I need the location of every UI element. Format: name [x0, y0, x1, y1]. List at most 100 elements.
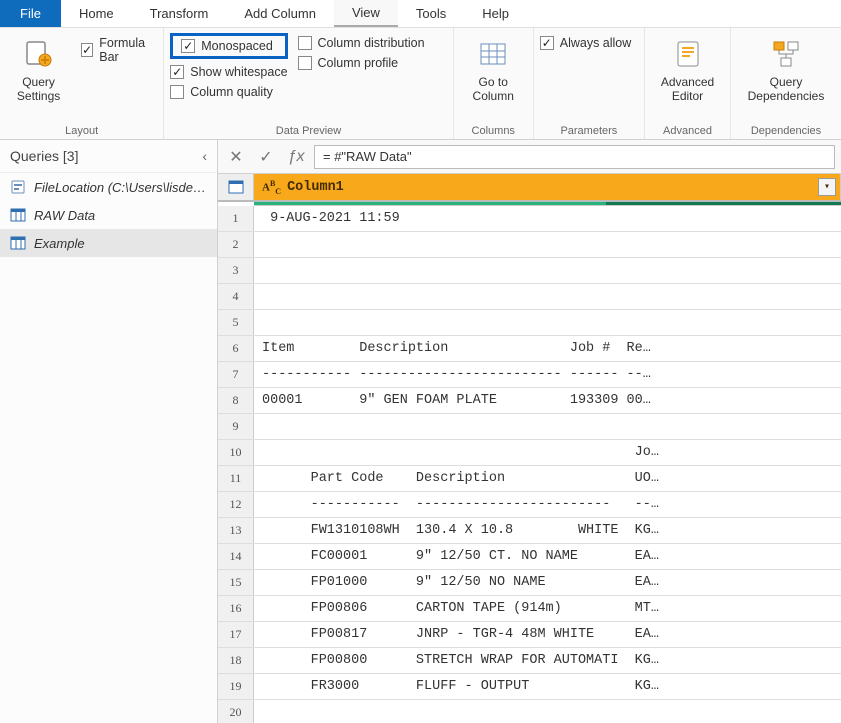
- table-corner-button[interactable]: [218, 174, 254, 200]
- tab-tools[interactable]: Tools: [398, 0, 464, 27]
- column-header-row: ABC Column1 ▾: [218, 174, 841, 202]
- always-allow-checkbox[interactable]: ✓ Always allow: [540, 36, 632, 50]
- row-number: 11: [218, 466, 254, 491]
- row-number: 3: [218, 258, 254, 283]
- tab-view[interactable]: View: [334, 0, 398, 27]
- cell-value[interactable]: [254, 310, 841, 335]
- row-number: 5: [218, 310, 254, 335]
- advanced-editor-button[interactable]: Advanced Editor: [651, 32, 724, 122]
- checkbox-checked-icon: ✓: [81, 43, 93, 57]
- tab-home[interactable]: Home: [61, 0, 132, 27]
- parameters-group-label: Parameters: [540, 122, 638, 137]
- commit-formula-button[interactable]: ✓: [254, 145, 278, 169]
- table-row[interactable]: 2: [218, 232, 841, 258]
- query-item-filelocation[interactable]: FileLocation (C:\Users\lisde…: [0, 173, 217, 201]
- query-settings-label: Query Settings: [17, 75, 60, 104]
- cell-value[interactable]: FW1310108WH 130.4 X 10.8 WHITE KG…: [254, 518, 841, 543]
- column-distribution-checkbox[interactable]: Column distribution: [298, 36, 425, 50]
- show-whitespace-label: Show whitespace: [190, 65, 287, 79]
- query-item-rawdata[interactable]: RAW Data: [0, 201, 217, 229]
- monospaced-checkbox[interactable]: ✓ Monospaced: [181, 39, 276, 53]
- collapse-panel-button[interactable]: ‹: [202, 148, 207, 164]
- editor-area: ✕ ✓ ƒx ABC Column1 ▾ 1 9-AUG-2021 11:592…: [218, 140, 841, 723]
- cell-value[interactable]: Part Code Description UO…: [254, 466, 841, 491]
- fx-icon: ƒx: [284, 145, 308, 169]
- table-row[interactable]: 20: [218, 700, 841, 723]
- cell-value[interactable]: 00001 9" GEN FOAM PLATE 193309 00…: [254, 388, 841, 413]
- cell-value[interactable]: ----------- ------------------------- --…: [254, 362, 841, 387]
- row-number: 17: [218, 622, 254, 647]
- row-number: 15: [218, 570, 254, 595]
- cell-value[interactable]: [254, 414, 841, 439]
- formula-input[interactable]: [314, 145, 835, 169]
- cell-value[interactable]: FP00800 STRETCH WRAP FOR AUTOMATI KG…: [254, 648, 841, 673]
- cancel-formula-button[interactable]: ✕: [224, 145, 248, 169]
- cell-value[interactable]: FP00817 JNRP - TGR-4 48M WHITE EA…: [254, 622, 841, 647]
- cell-value[interactable]: FP00806 CARTON TAPE (914m) MT…: [254, 596, 841, 621]
- row-number: 19: [218, 674, 254, 699]
- row-number: 16: [218, 596, 254, 621]
- file-menu[interactable]: File: [0, 0, 61, 27]
- queries-panel: Queries [3] ‹ FileLocation (C:\Users\lis…: [0, 140, 218, 723]
- parameter-icon: [10, 179, 26, 195]
- row-number: 13: [218, 518, 254, 543]
- cell-value[interactable]: [254, 258, 841, 283]
- cell-value[interactable]: 9-AUG-2021 11:59: [254, 206, 841, 231]
- table-row[interactable]: 16 FP00806 CARTON TAPE (914m) MT…: [218, 596, 841, 622]
- cell-value[interactable]: [254, 284, 841, 309]
- row-number: 14: [218, 544, 254, 569]
- row-number: 10: [218, 440, 254, 465]
- cell-value[interactable]: FP01000 9" 12/50 NO NAME EA…: [254, 570, 841, 595]
- show-whitespace-checkbox[interactable]: ✓ Show whitespace: [170, 65, 287, 79]
- monospaced-label: Monospaced: [201, 39, 273, 53]
- tab-add-column[interactable]: Add Column: [226, 0, 334, 27]
- table-row[interactable]: 15 FP01000 9" 12/50 NO NAME EA…: [218, 570, 841, 596]
- cell-value[interactable]: FR3000 FLUFF - OUTPUT KG…: [254, 674, 841, 699]
- goto-column-button[interactable]: Go to Column: [460, 32, 527, 122]
- table-row[interactable]: 17 FP00817 JNRP - TGR-4 48M WHITE EA…: [218, 622, 841, 648]
- table-row[interactable]: 4: [218, 284, 841, 310]
- row-number: 4: [218, 284, 254, 309]
- table-row[interactable]: 6Item Description Job # Re…: [218, 336, 841, 362]
- table-row[interactable]: 18 FP00800 STRETCH WRAP FOR AUTOMATI KG…: [218, 648, 841, 674]
- cell-value[interactable]: [254, 232, 841, 257]
- queries-title: Queries [3]: [10, 148, 78, 164]
- table-row[interactable]: 1 9-AUG-2021 11:59: [218, 206, 841, 232]
- query-dependencies-button[interactable]: Query Dependencies: [737, 32, 835, 122]
- column-filter-button[interactable]: ▾: [818, 178, 836, 196]
- table-row[interactable]: 10 Jo…: [218, 440, 841, 466]
- query-label: RAW Data: [34, 208, 95, 223]
- table-row[interactable]: 800001 9" GEN FOAM PLATE 193309 00…: [218, 388, 841, 414]
- table-row[interactable]: 19 FR3000 FLUFF - OUTPUT KG…: [218, 674, 841, 700]
- query-label: Example: [34, 236, 85, 251]
- column-quality-checkbox[interactable]: Column quality: [170, 85, 287, 99]
- row-number: 7: [218, 362, 254, 387]
- cell-value[interactable]: [254, 700, 841, 723]
- tab-transform[interactable]: Transform: [132, 0, 227, 27]
- formula-bar: ✕ ✓ ƒx: [218, 140, 841, 174]
- table-row[interactable]: 14 FC00001 9" 12/50 CT. NO NAME EA…: [218, 544, 841, 570]
- checkbox-unchecked-icon: [298, 56, 312, 70]
- row-number: 2: [218, 232, 254, 257]
- formula-bar-checkbox[interactable]: ✓ Formula Bar: [81, 36, 157, 64]
- column-profile-label: Column profile: [318, 56, 399, 70]
- query-settings-button[interactable]: Query Settings: [6, 32, 71, 122]
- table-row[interactable]: 11 Part Code Description UO…: [218, 466, 841, 492]
- table-row[interactable]: 12 ----------- ------------------------ …: [218, 492, 841, 518]
- cell-value[interactable]: Jo…: [254, 440, 841, 465]
- cell-value[interactable]: Item Description Job # Re…: [254, 336, 841, 361]
- table-row[interactable]: 9: [218, 414, 841, 440]
- column-header-column1[interactable]: ABC Column1 ▾: [254, 174, 841, 200]
- table-row[interactable]: 7----------- ------------------------- -…: [218, 362, 841, 388]
- query-item-example[interactable]: Example: [0, 229, 217, 257]
- column-profile-checkbox[interactable]: Column profile: [298, 56, 425, 70]
- table-row[interactable]: 13 FW1310108WH 130.4 X 10.8 WHITE KG…: [218, 518, 841, 544]
- goto-column-label: Go to Column: [473, 75, 514, 104]
- cell-value[interactable]: FC00001 9" 12/50 CT. NO NAME EA…: [254, 544, 841, 569]
- layout-group-label: Layout: [6, 122, 157, 137]
- query-label: FileLocation (C:\Users\lisde…: [34, 180, 206, 195]
- cell-value[interactable]: ----------- ------------------------ --…: [254, 492, 841, 517]
- table-row[interactable]: 5: [218, 310, 841, 336]
- table-row[interactable]: 3: [218, 258, 841, 284]
- tab-help[interactable]: Help: [464, 0, 527, 27]
